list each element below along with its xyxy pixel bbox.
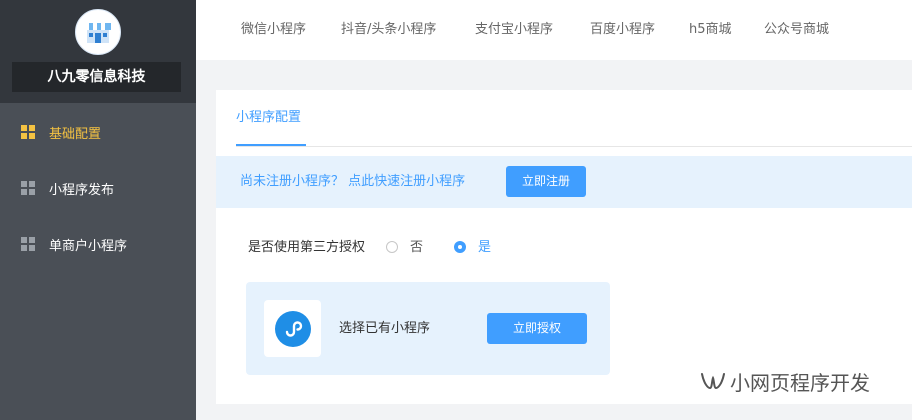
register-banner: 尚未注册小程序？ 点此快速注册小程序 立即注册 <box>216 156 912 208</box>
tab-h5-mall[interactable]: h5商城 <box>689 0 732 60</box>
tab-official-account-mall[interactable]: 公众号商城 <box>764 0 829 60</box>
auth-no-radio[interactable] <box>386 241 398 253</box>
mini-program-icon <box>274 310 311 347</box>
sidebar-item-single-merchant[interactable]: 单商户小程序 <box>0 229 196 259</box>
tab-divider <box>236 146 912 147</box>
sidebar-item-label: 小程序发布 <box>49 182 115 198</box>
auth-yes-label[interactable]: 是 <box>478 236 491 260</box>
wechat-channel-icon <box>701 373 725 390</box>
grid-icon <box>21 125 35 139</box>
sidebar-item-publish[interactable]: 小程序发布 <box>0 173 196 203</box>
authorize-now-button[interactable]: 立即授权 <box>487 313 587 344</box>
watermark-text: 小网页程序开发 <box>730 370 870 395</box>
auth-yes-radio[interactable] <box>454 241 466 253</box>
mini-program-icon-tile <box>264 300 321 357</box>
brand-name: 八九零信息科技 <box>12 62 181 92</box>
tab-douyin-miniprogram[interactable]: 抖音/头条小程序 <box>341 0 436 60</box>
watermark: 小网页程序开发 <box>700 366 870 396</box>
grid-icon <box>21 181 35 195</box>
select-existing-miniprogram-text: 选择已有小程序 <box>339 321 431 336</box>
sidebar-item-label: 基础配置 <box>49 126 102 142</box>
tab-miniprogram-config[interactable]: 小程序配置 <box>236 90 301 146</box>
grid-icon <box>21 237 35 251</box>
store-logo-icon <box>75 9 121 55</box>
tab-baidu-miniprogram[interactable]: 百度小程序 <box>590 0 655 60</box>
top-tab-bar: 微信小程序 抖音/头条小程序 支付宝小程序 百度小程序 h5商城 公众号商城 <box>196 0 912 60</box>
third-party-auth-label: 是否使用第三方授权 <box>248 240 366 255</box>
auth-no-label[interactable]: 否 <box>410 236 423 260</box>
existing-miniprogram-panel: 选择已有小程序 立即授权 <box>246 282 610 375</box>
brand-area: 八九零信息科技 <box>0 0 196 103</box>
register-now-button[interactable]: 立即注册 <box>506 166 586 197</box>
sidebar-item-basic-config[interactable]: 基础配置 <box>0 117 196 147</box>
sidebar-item-label: 单商户小程序 <box>49 238 128 254</box>
config-card: 小程序配置 尚未注册小程序？ 点此快速注册小程序 立即注册 是否使用第三方授权 … <box>216 90 912 404</box>
tab-alipay-miniprogram[interactable]: 支付宝小程序 <box>475 0 553 60</box>
sidebar: 八九零信息科技 基础配置 小程序发布 单商户小程序 <box>0 0 196 420</box>
tab-wechat-miniprogram[interactable]: 微信小程序 <box>241 0 306 60</box>
register-hint-link[interactable]: 尚未注册小程序？ 点此快速注册小程序 <box>240 156 465 208</box>
